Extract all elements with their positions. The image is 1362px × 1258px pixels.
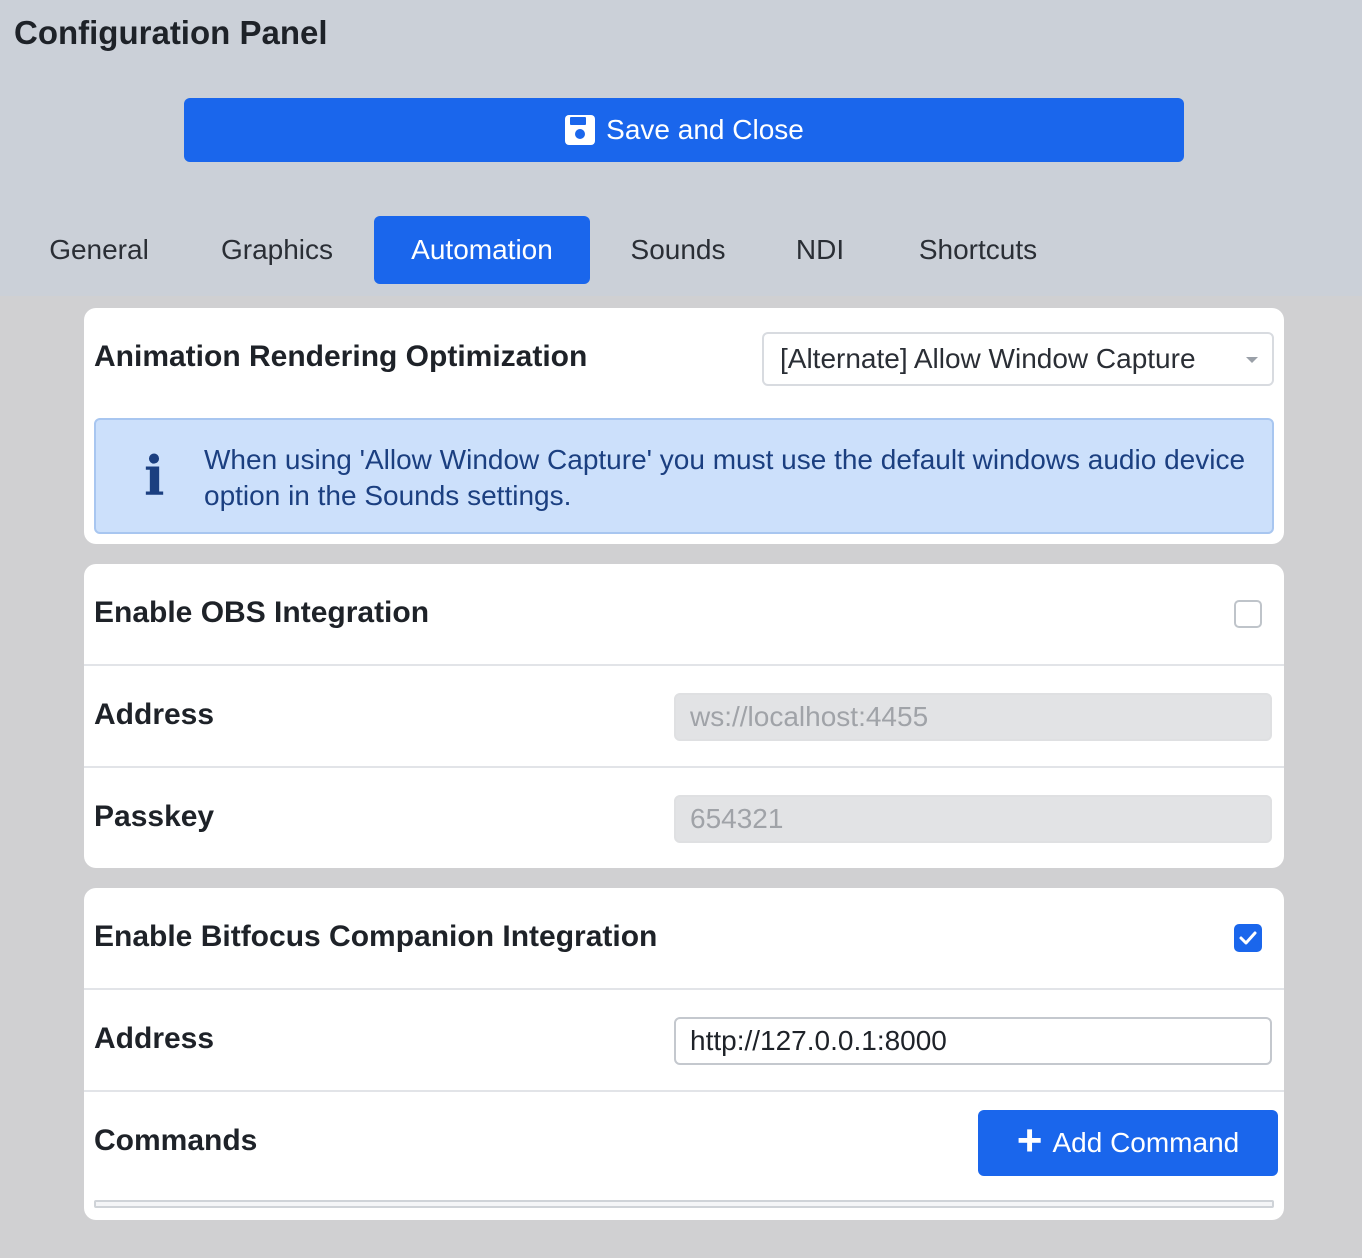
divider xyxy=(84,988,1284,990)
tab-ndi[interactable]: NDI xyxy=(772,216,868,284)
add-command-label: Add Command xyxy=(1052,1127,1240,1158)
tab-shortcuts[interactable]: Shortcuts xyxy=(892,216,1064,284)
companion-enable-checkbox[interactable] xyxy=(1234,924,1262,952)
save-and-close-button[interactable]: Save and Close xyxy=(184,98,1184,162)
rendering-selected-value: [Alternate] Allow Window Capture xyxy=(780,343,1196,374)
tab-graphics[interactable]: Graphics xyxy=(196,216,358,284)
commands-list xyxy=(94,1200,1274,1208)
page-title: Configuration Panel xyxy=(14,14,328,51)
divider xyxy=(84,664,1284,666)
companion-enable-label: Enable Bitfocus Companion Integration xyxy=(94,920,658,953)
divider xyxy=(84,766,1284,768)
companion-address-input[interactable]: http://127.0.0.1:8000 xyxy=(674,1017,1272,1065)
info-text: When using 'Allow Window Capture' you mu… xyxy=(204,444,1246,511)
rendering-label: Animation Rendering Optimization xyxy=(94,340,588,373)
divider xyxy=(84,1090,1284,1092)
tab-automation[interactable]: Automation xyxy=(374,216,590,284)
chevron-down-icon xyxy=(1246,357,1258,363)
obs-enable-label: Enable OBS Integration xyxy=(94,596,430,629)
obs-address-label: Address xyxy=(94,698,215,731)
rendering-card: Animation Rendering Optimization [Altern… xyxy=(84,308,1284,544)
companion-address-label: Address xyxy=(94,1022,215,1055)
info-icon: i xyxy=(144,444,165,508)
obs-enable-checkbox[interactable] xyxy=(1234,600,1262,628)
tab-sounds[interactable]: Sounds xyxy=(608,216,748,284)
obs-card: Enable OBS Integration Address ws://loca… xyxy=(84,564,1284,868)
obs-passkey-input[interactable]: 654321 xyxy=(674,795,1272,843)
checkmark-icon xyxy=(1239,931,1257,945)
obs-address-input[interactable]: ws://localhost:4455 xyxy=(674,693,1272,741)
add-command-button[interactable]: + Add Command xyxy=(978,1110,1278,1176)
info-alert: i When using 'Allow Window Capture' you … xyxy=(94,418,1274,534)
tab-general[interactable]: General xyxy=(28,216,170,284)
commands-label: Commands xyxy=(94,1124,258,1157)
obs-passkey-label: Passkey xyxy=(94,800,215,833)
rendering-select[interactable]: [Alternate] Allow Window Capture xyxy=(762,332,1274,386)
plus-icon: + xyxy=(1016,1116,1043,1165)
floppy-disk-icon xyxy=(565,115,596,145)
companion-card: Enable Bitfocus Companion Integration Ad… xyxy=(84,888,1284,1220)
tab-bar: General Graphics Automation Sounds NDI S… xyxy=(0,216,1362,284)
save-label: Save and Close xyxy=(606,114,804,145)
